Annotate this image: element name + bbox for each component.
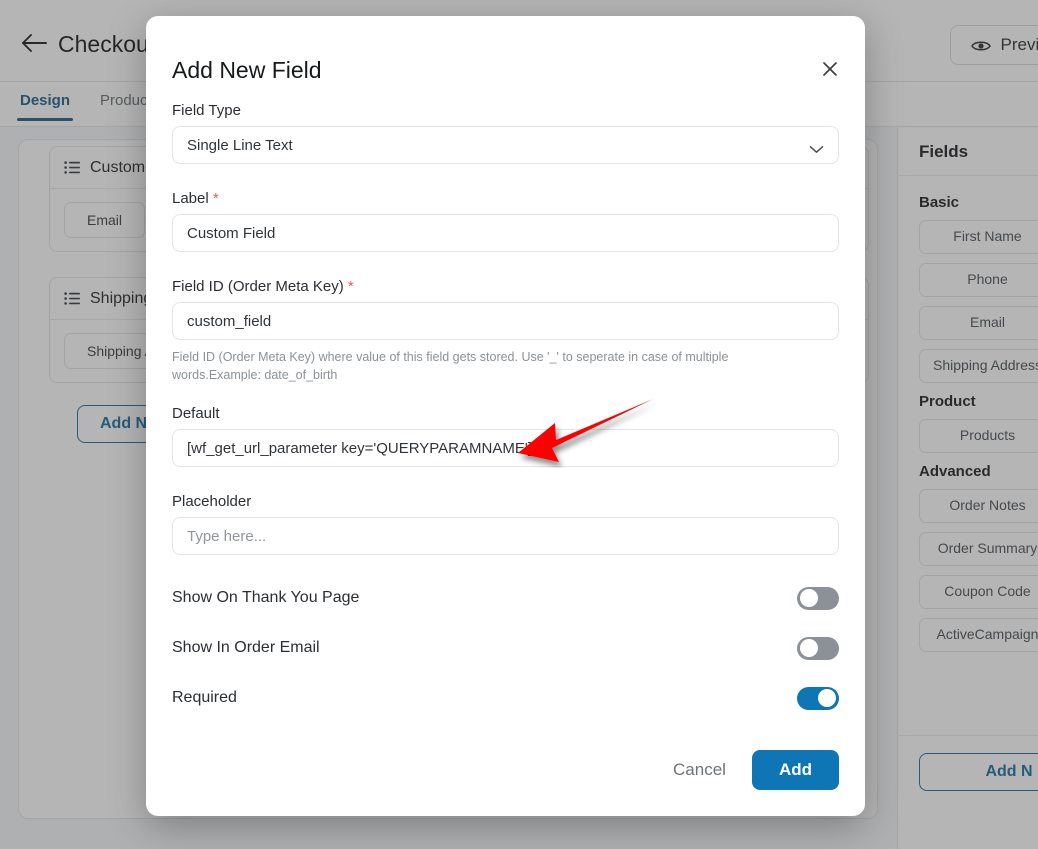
- field-type-select[interactable]: Single Line Text: [172, 126, 839, 164]
- placeholder-field-label: Placeholder: [172, 493, 252, 511]
- required-marker: *: [212, 190, 219, 207]
- toggle-label: Show In Order Email: [172, 639, 320, 657]
- label-field-label: Label *: [172, 190, 839, 207]
- toggle-knob: [800, 589, 818, 608]
- toggle-show-in-order-email[interactable]: [797, 636, 839, 660]
- default-field-input[interactable]: [wf_get_url_parameter key='QUERYPARAMNAM…: [172, 429, 839, 468]
- screen: Checkout Preview Design Produc: [0, 0, 1038, 849]
- dialog-title: Add New Field: [172, 57, 322, 83]
- dialog-body: Field Type Single Line Text Label * Cust…: [172, 102, 839, 713]
- add-button[interactable]: Add: [751, 750, 839, 790]
- dialog-footer: Cancel Add: [673, 750, 839, 790]
- toggle-show-on-thank-you-page[interactable]: [797, 586, 839, 610]
- label-field-label-text: Label: [172, 190, 209, 207]
- toggle-row-thank-you-page: Show On Thank You Page: [172, 583, 839, 613]
- toggle-row-required: Required: [172, 683, 839, 713]
- toggle-label: Show On Thank You Page: [172, 589, 360, 607]
- toggle-knob: [818, 689, 836, 708]
- field-id-label: Field ID (Order Meta Key) *: [172, 278, 839, 295]
- cancel-button[interactable]: Cancel: [673, 760, 726, 780]
- add-new-field-dialog: Add New Field Field Type Single Line Tex…: [146, 16, 865, 816]
- toggle-row-order-email: Show In Order Email: [172, 633, 839, 663]
- toggle-label: Required: [172, 689, 237, 707]
- required-marker: *: [347, 278, 354, 295]
- chevron-down-icon: [809, 141, 824, 153]
- field-id-label-text: Field ID (Order Meta Key): [172, 278, 344, 295]
- field-id-help-text: Field ID (Order Meta Key) where value of…: [172, 350, 729, 383]
- placeholder-field-input[interactable]: Type here...: [172, 517, 839, 556]
- close-icon[interactable]: [815, 54, 845, 84]
- field-id-input[interactable]: custom_field: [172, 302, 839, 340]
- label-field-input[interactable]: Custom Field: [172, 214, 839, 252]
- toggle-required[interactable]: [797, 686, 839, 710]
- field-type-label: Field Type: [172, 102, 241, 119]
- field-type-value: Single Line Text: [187, 136, 293, 154]
- toggle-knob: [800, 639, 818, 658]
- default-field-label: Default: [172, 405, 220, 423]
